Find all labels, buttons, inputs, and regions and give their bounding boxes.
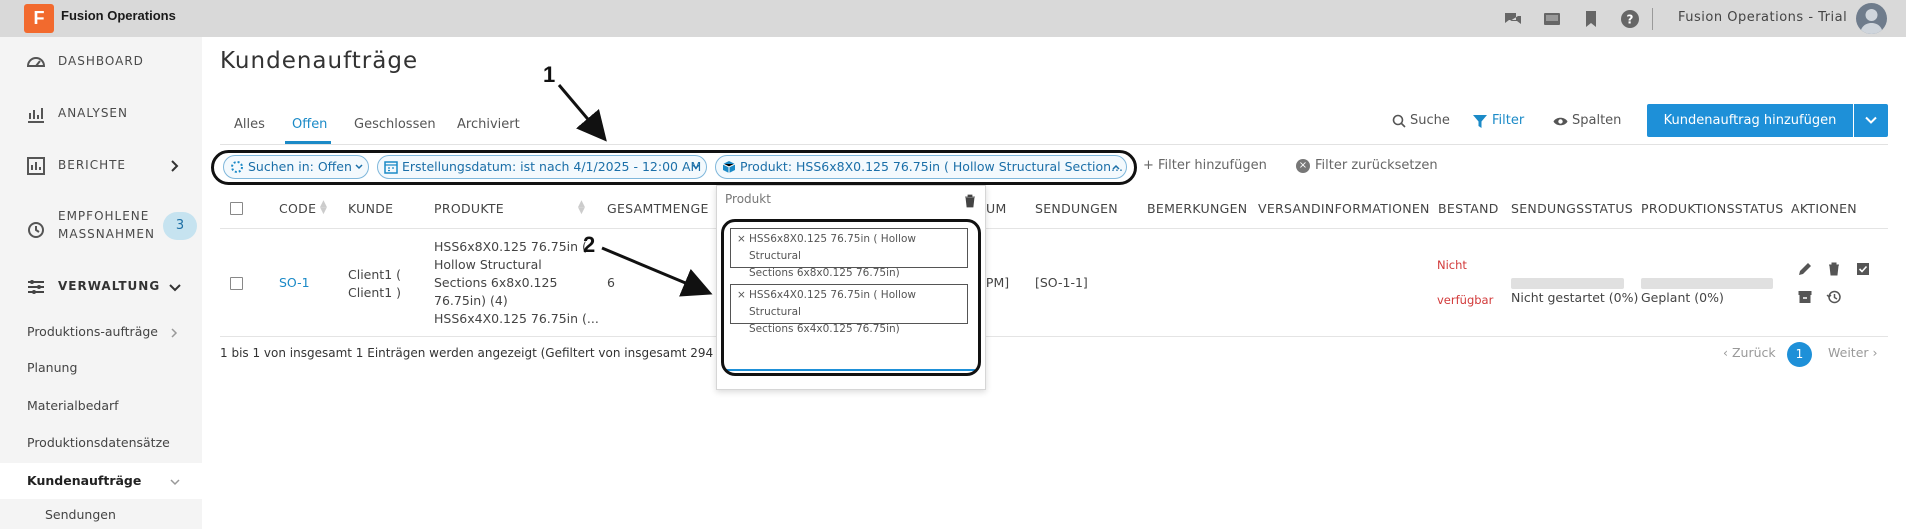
annotation-arrow-2	[601, 246, 713, 297]
annotation-arrow-1	[557, 84, 607, 142]
annotation-arrows	[557, 84, 713, 297]
